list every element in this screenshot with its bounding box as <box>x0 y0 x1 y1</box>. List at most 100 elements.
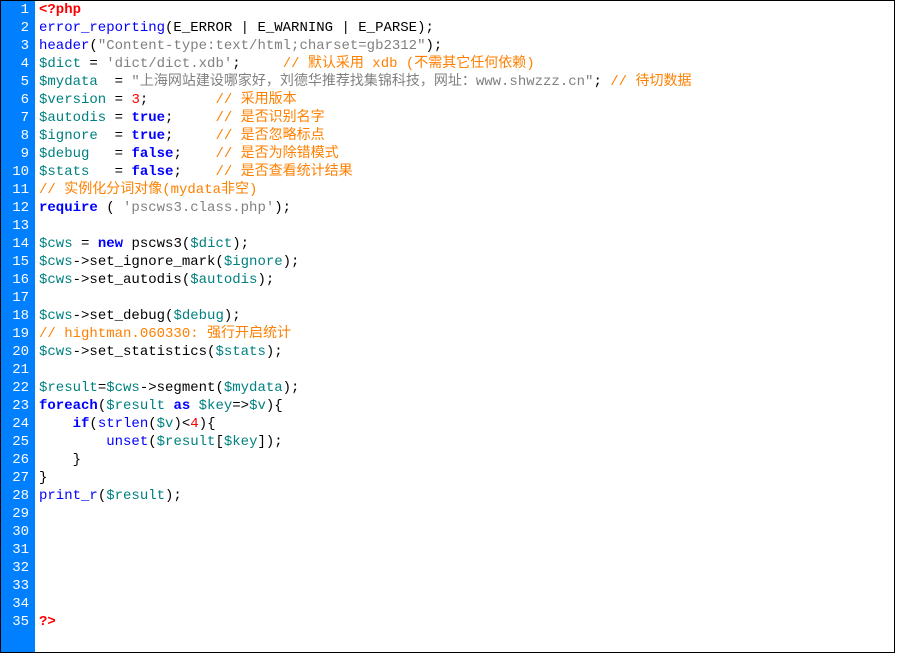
line-number: 14 <box>7 235 29 253</box>
line-number: 15 <box>7 253 29 271</box>
code-line[interactable]: unset($result[$key]); <box>39 433 890 451</box>
token: ); <box>165 488 182 504</box>
token: ( <box>98 200 123 216</box>
line-number: 20 <box>7 343 29 361</box>
code-line[interactable] <box>39 577 890 595</box>
code-line[interactable]: header("Content-type:text/html;charset=g… <box>39 37 890 55</box>
code-line[interactable]: $cws->set_statistics($stats); <box>39 343 890 361</box>
code-line[interactable]: ?> <box>39 613 890 631</box>
token: ; <box>140 92 216 108</box>
line-gutter: 1234567891011121314151617181920212223242… <box>1 1 35 652</box>
token: = <box>81 56 106 72</box>
token: true <box>131 128 165 144</box>
token: $key <box>199 398 233 414</box>
token: // hightman.060330: 强行开启统计 <box>39 326 291 342</box>
line-number: 1 <box>7 1 29 19</box>
code-line[interactable]: if(strlen($v)<4){ <box>39 415 890 433</box>
token: new <box>98 236 123 252</box>
token: strlen <box>98 416 148 432</box>
code-line[interactable]: foreach($result as $key=>$v){ <box>39 397 890 415</box>
line-number: 19 <box>7 325 29 343</box>
token: ); <box>266 344 283 360</box>
code-area[interactable]: <?phperror_reporting(E_ERROR | E_WARNING… <box>35 1 894 652</box>
token: = <box>106 92 131 108</box>
token: = <box>98 74 132 90</box>
token: // 采用版本 <box>215 92 296 108</box>
token: true <box>131 110 165 126</box>
code-line[interactable]: error_reporting(E_ERROR | E_WARNING | E_… <box>39 19 890 37</box>
token: ){ <box>199 416 216 432</box>
token: )< <box>173 416 190 432</box>
token: $autodis <box>39 110 106 126</box>
code-line[interactable]: $version = 3; // 采用版本 <box>39 91 890 109</box>
code-line[interactable]: $mydata = "上海网站建设哪家好，刘德华推荐找集锦科技，网址：www.s… <box>39 73 890 91</box>
code-line[interactable] <box>39 523 890 541</box>
code-line[interactable] <box>39 541 890 559</box>
code-line[interactable] <box>39 505 890 523</box>
line-number: 10 <box>7 163 29 181</box>
token: <?php <box>39 2 81 18</box>
token: $mydata <box>224 380 283 396</box>
line-number: 3 <box>7 37 29 55</box>
token: $cws <box>39 272 73 288</box>
token: 'pscws3.class.php' <box>123 200 274 216</box>
token: ( <box>98 398 106 414</box>
token: ); <box>232 236 249 252</box>
code-line[interactable]: $cws->set_autodis($autodis); <box>39 271 890 289</box>
token: ; <box>593 74 610 90</box>
code-line[interactable]: $cws->set_debug($debug); <box>39 307 890 325</box>
token: ( <box>148 416 156 432</box>
code-line[interactable] <box>39 361 890 379</box>
code-line[interactable]: // 实例化分词对像(mydata非空) <box>39 181 890 199</box>
token: ->set_debug( <box>73 308 174 324</box>
code-line[interactable]: $ignore = true; // 是否忽略标点 <box>39 127 890 145</box>
line-number: 26 <box>7 451 29 469</box>
token: header <box>39 38 89 54</box>
code-line[interactable]: $debug = false; // 是否为除错模式 <box>39 145 890 163</box>
token: $result <box>39 380 98 396</box>
token: $v <box>249 398 266 414</box>
token: ?> <box>39 614 56 630</box>
token: $autodis <box>190 272 257 288</box>
token: $debug <box>39 146 89 162</box>
token: = <box>98 128 132 144</box>
code-line[interactable] <box>39 595 890 613</box>
code-line[interactable]: } <box>39 451 890 469</box>
code-line[interactable] <box>39 289 890 307</box>
code-line[interactable]: $cws->set_ignore_mark($ignore); <box>39 253 890 271</box>
line-number: 4 <box>7 55 29 73</box>
token: ); <box>283 380 300 396</box>
token: ->set_statistics( <box>73 344 216 360</box>
token: ){ <box>266 398 283 414</box>
token: "Content-type:text/html;charset=gb2312" <box>98 38 426 54</box>
code-line[interactable]: // hightman.060330: 强行开启统计 <box>39 325 890 343</box>
token: ( <box>98 488 106 504</box>
code-line[interactable] <box>39 217 890 235</box>
token: ; <box>232 56 282 72</box>
line-number: 32 <box>7 559 29 577</box>
code-line[interactable]: $result=$cws->segment($mydata); <box>39 379 890 397</box>
token: if <box>73 416 90 432</box>
code-line[interactable]: $cws = new pscws3($dict); <box>39 235 890 253</box>
token: $result <box>157 434 216 450</box>
code-line[interactable]: require ( 'pscws3.class.php'); <box>39 199 890 217</box>
token: $cws <box>106 380 140 396</box>
token: ]); <box>257 434 282 450</box>
code-line[interactable] <box>39 559 890 577</box>
token: = <box>106 110 131 126</box>
token: // 是否忽略标点 <box>215 128 324 144</box>
token: pscws3( <box>123 236 190 252</box>
token: // 是否为除错模式 <box>215 146 338 162</box>
token: $result <box>106 398 165 414</box>
code-line[interactable]: $dict = 'dict/dict.xdb'; // 默认采用 xdb (不需… <box>39 55 890 73</box>
token: "上海网站建设哪家好，刘德华推荐找集锦科技，网址：www.shwzzz.cn" <box>131 74 593 90</box>
token: = <box>73 236 98 252</box>
code-line[interactable]: print_r($result); <box>39 487 890 505</box>
code-line[interactable]: $autodis = true; // 是否识别名字 <box>39 109 890 127</box>
code-line[interactable]: $stats = false; // 是否查看统计结果 <box>39 163 890 181</box>
token: ->segment( <box>140 380 224 396</box>
code-line[interactable]: <?php <box>39 1 890 19</box>
code-line[interactable]: } <box>39 469 890 487</box>
token: // 是否查看统计结果 <box>215 164 352 180</box>
line-number: 28 <box>7 487 29 505</box>
